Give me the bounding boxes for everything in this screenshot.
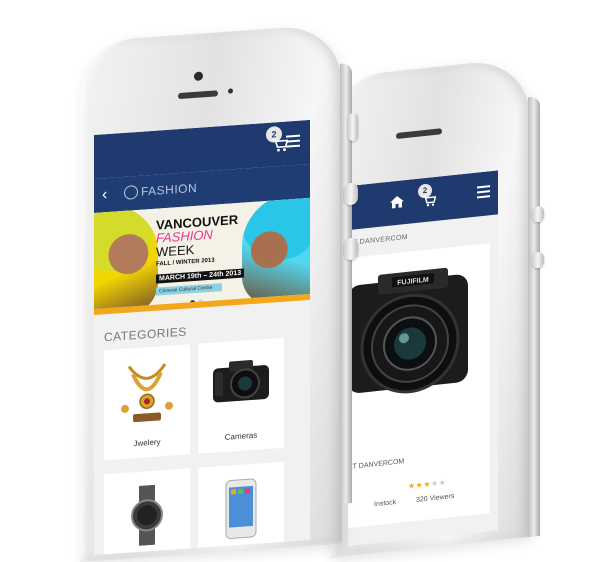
category-label: Jwelery — [133, 437, 161, 449]
back-phone: 2 ET DANVERCOM FUJIFILM › ET DANVERCOM ★… — [330, 56, 544, 558]
menu-icon[interactable] — [286, 134, 300, 151]
banner-venue: Chinese Cultural Centre — [156, 283, 222, 296]
back-arrow-icon[interactable]: ‹ — [102, 186, 107, 204]
top-bar: 2 — [348, 170, 498, 231]
category-tile-cameras[interactable]: Cameras — [198, 337, 284, 454]
phone-edge — [528, 95, 540, 538]
front-phone: 2 ‹ FASHION VANCOUVER FASHION WEEK FALL … — [80, 23, 358, 562]
watch-icon — [127, 484, 167, 552]
banner-model-left — [94, 202, 158, 310]
smartphone-icon — [225, 478, 257, 545]
camera-icon — [211, 353, 271, 412]
front-screen: 2 ‹ FASHION VANCOUVER FASHION WEEK FALL … — [94, 119, 310, 556]
volume-up-button — [532, 205, 544, 223]
rating-stars: ★★★★★ — [408, 477, 447, 491]
brand-icon — [124, 184, 138, 200]
earpiece — [396, 128, 442, 140]
home-icon[interactable] — [390, 194, 404, 213]
promo-banner[interactable]: VANCOUVER FASHION WEEK FALL / WINTER 201… — [94, 197, 310, 310]
camera-product-image: FUJIFILM — [348, 261, 468, 419]
categories-heading: CATEGORIES — [104, 324, 187, 345]
banner-dates: MARCH 19th – 24th 2013 — [156, 268, 245, 284]
back-screen: 2 ET DANVERCOM FUJIFILM › ET DANVERCOM ★… — [348, 170, 498, 547]
cart-icon[interactable] — [422, 193, 437, 212]
volume-up-button — [344, 182, 358, 206]
category-tile-phones[interactable] — [198, 461, 284, 556]
brand-logo: FASHION — [124, 181, 197, 200]
necklace-icon — [119, 359, 175, 430]
banner-model-right — [242, 197, 310, 307]
earpiece — [178, 90, 218, 100]
product-card[interactable]: FUJIFILM › ET DANVERCOM ★★★★★ Instock 32… — [348, 243, 490, 529]
viewer-count: 320 Viewers — [416, 492, 455, 504]
category-label: Cameras — [224, 430, 258, 442]
brand-name: FASHION — [141, 180, 198, 199]
front-camera — [194, 71, 203, 82]
mute-switch — [348, 112, 358, 142]
stock-status: Instock — [374, 499, 397, 509]
category-tile-watches[interactable] — [104, 468, 190, 556]
menu-icon[interactable] — [477, 185, 490, 201]
product-subtitle: ET DANVERCOM — [348, 458, 405, 472]
next-image-chevron-icon[interactable]: › — [468, 337, 474, 359]
category-tile-jewelry[interactable]: Jwelery — [104, 344, 190, 461]
proximity-sensor — [228, 88, 233, 94]
banner-text: VANCOUVER FASHION WEEK FALL / WINTER 201… — [156, 212, 246, 296]
volume-down-button — [344, 237, 358, 261]
volume-down-button — [532, 251, 544, 269]
